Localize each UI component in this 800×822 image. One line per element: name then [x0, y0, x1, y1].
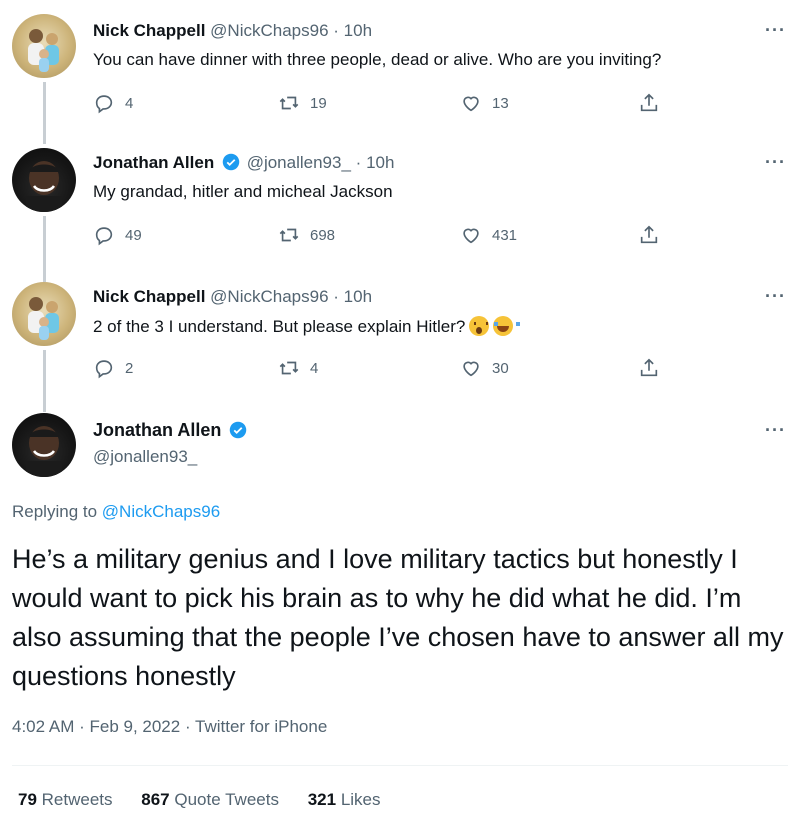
engagement-stats: 79 Retweets 867 Quote Tweets 321 Likes — [18, 790, 405, 810]
replying-to-link[interactable]: @NickChaps96 — [102, 502, 220, 521]
replying-to: Replying to @NickChaps96 — [12, 502, 220, 522]
main-tweet: Jonathan Allen @jonallen93_ ··· Replying… — [0, 0, 800, 822]
tweet-thread: Nick Chappell @NickChaps96 · 10h ··· You… — [0, 0, 800, 822]
replying-prefix: Replying to — [12, 502, 98, 521]
main-tweet-text: He’s a military genius and I love milita… — [12, 544, 784, 691]
quote-tweets-label: Quote Tweets — [174, 790, 279, 809]
likes-stat[interactable]: 321 Likes — [308, 790, 381, 809]
more-options-icon[interactable]: ··· — [765, 420, 786, 441]
likes-label: Likes — [340, 790, 381, 809]
display-name[interactable]: Jonathan Allen — [93, 420, 249, 441]
display-name-text: Jonathan Allen — [93, 420, 222, 440]
verified-badge-icon — [230, 421, 247, 439]
avatar[interactable] — [12, 413, 76, 477]
divider — [12, 765, 788, 766]
retweets-count: 79 — [18, 790, 37, 809]
retweets-label: Retweets — [41, 790, 113, 809]
quote-tweets-stat[interactable]: 867 Quote Tweets — [141, 790, 279, 809]
tweet-meta[interactable]: 4:02 AM · Feb 9, 2022 · Twitter for iPho… — [12, 717, 327, 737]
quote-tweets-count: 867 — [141, 790, 170, 809]
username[interactable]: @jonallen93_ — [93, 447, 197, 467]
retweets-stat[interactable]: 79 Retweets — [18, 790, 113, 809]
likes-count: 321 — [307, 790, 337, 809]
